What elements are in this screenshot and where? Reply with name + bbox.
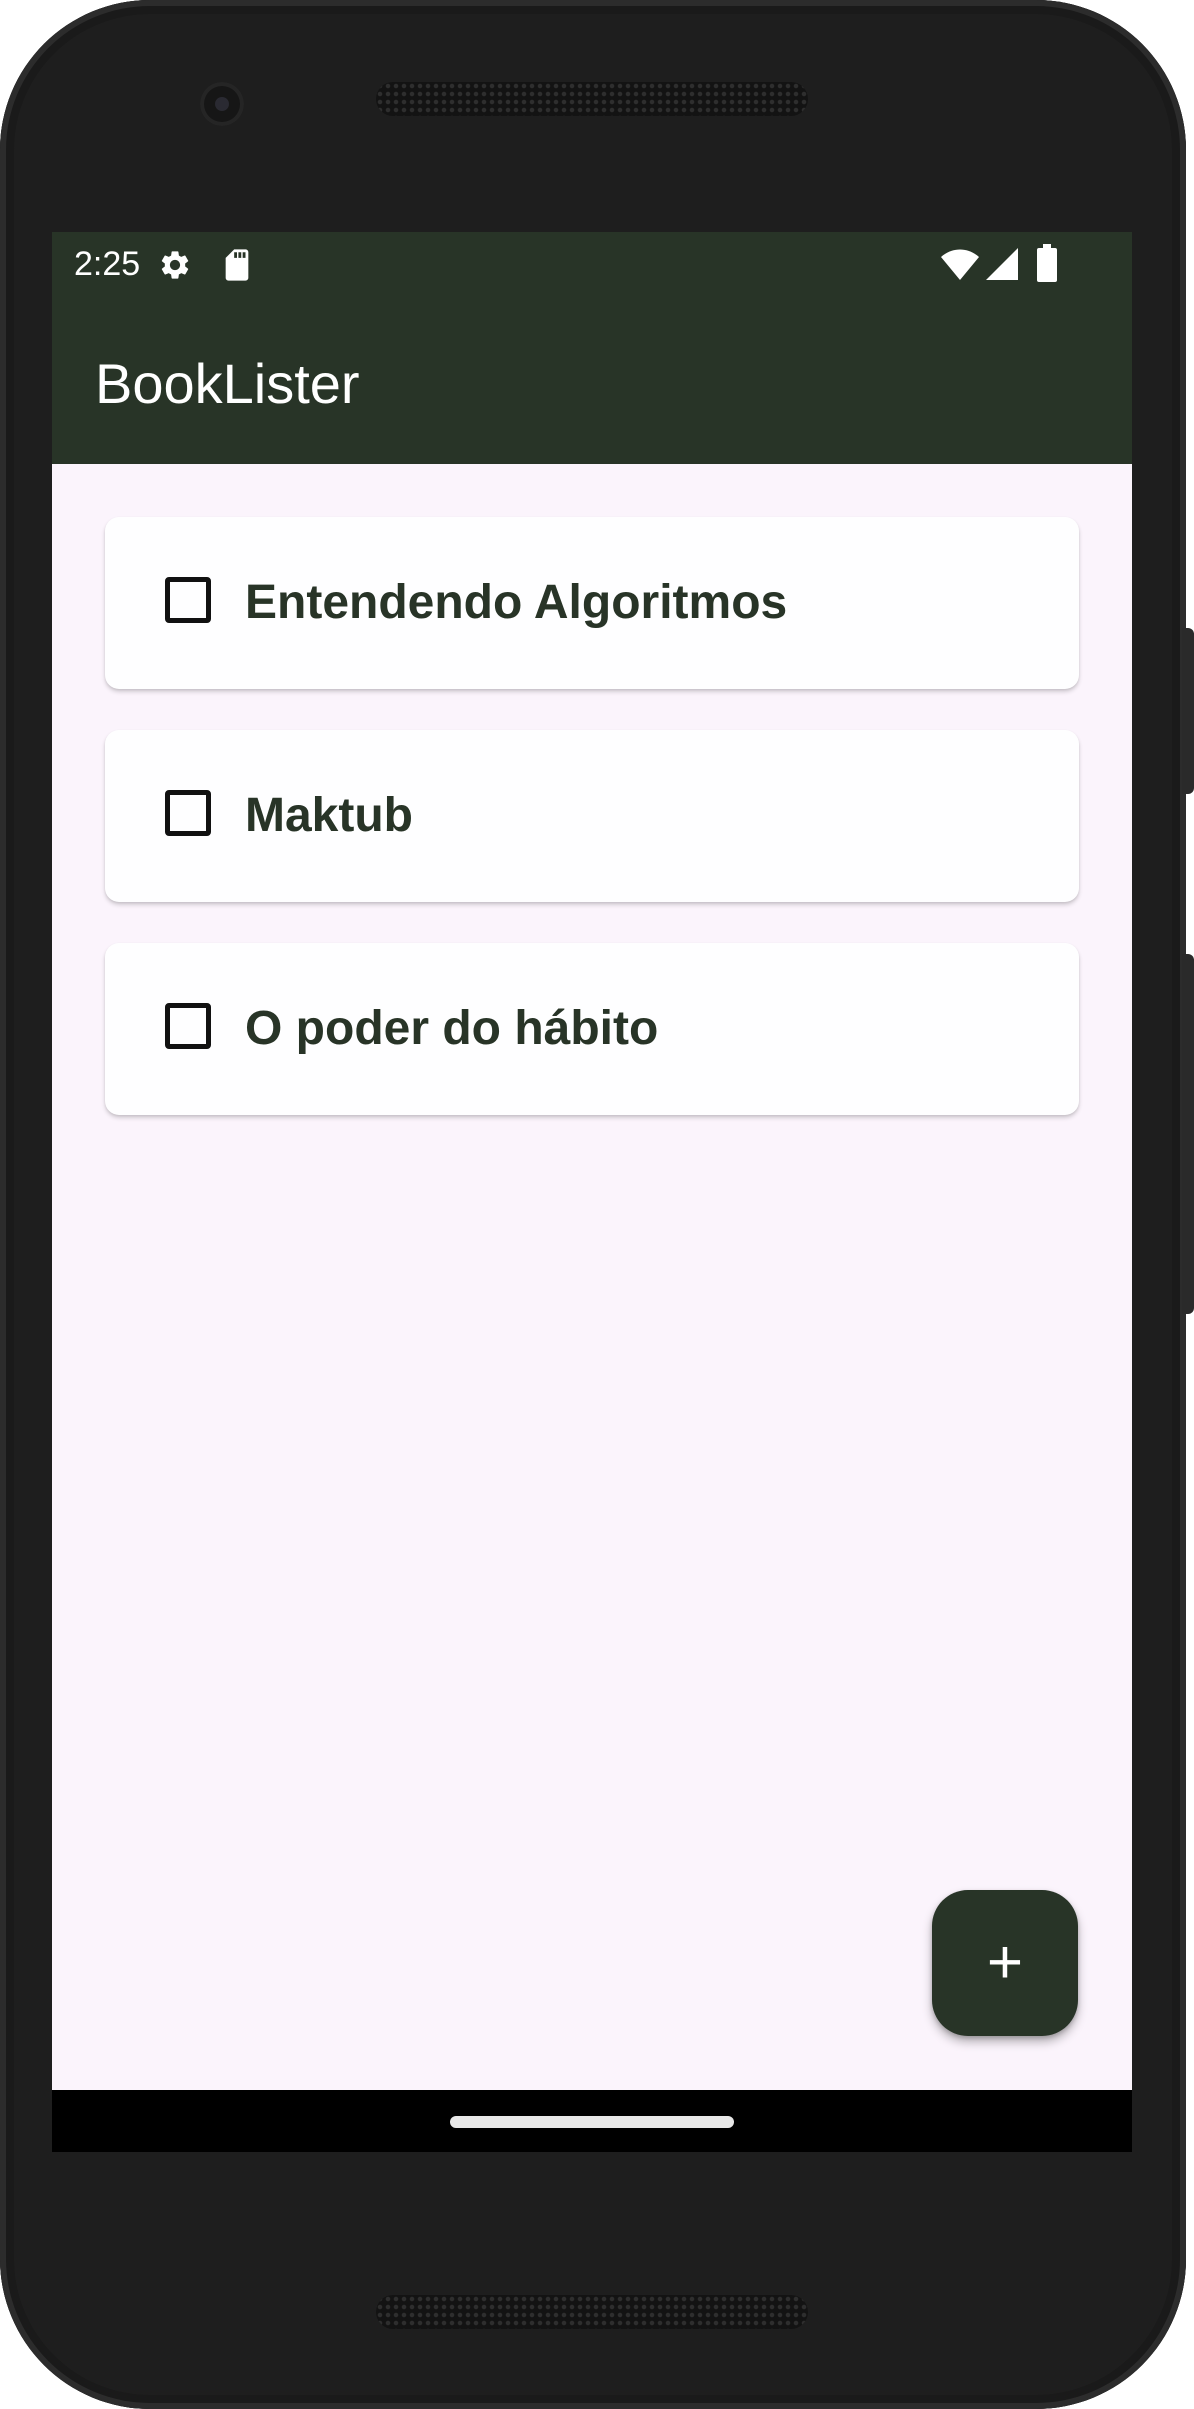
navigation-bar [52, 2090, 1132, 2152]
earpiece-speaker [376, 82, 808, 116]
book-checkbox[interactable] [165, 577, 211, 623]
book-card[interactable]: Entendendo Algoritmos [105, 517, 1079, 689]
book-card[interactable]: O poder do hábito [105, 943, 1079, 1115]
gear-icon [161, 251, 189, 279]
add-book-button[interactable]: + [932, 1890, 1078, 2036]
battery-icon [1037, 244, 1057, 282]
book-title: Maktub [245, 789, 413, 842]
phone-frame: 2:25 BookLister Entendendo Algoritmos Ma… [0, 0, 1194, 2409]
sd-card-icon [225, 249, 249, 281]
book-title: Entendendo Algoritmos [245, 576, 788, 629]
plus-icon: + [986, 1928, 1024, 1997]
wifi-icon [941, 249, 979, 280]
book-card[interactable]: Maktub [105, 730, 1079, 902]
screen: 2:25 BookLister Entendendo Algoritmos Ma… [52, 232, 1132, 2152]
volume-rocker [1182, 954, 1194, 1314]
status-bar: 2:25 [52, 232, 1132, 296]
book-checkbox[interactable] [165, 790, 211, 836]
book-list: Entendendo Algoritmos Maktub O poder do … [105, 517, 1079, 1156]
cell-signal-icon [986, 248, 1018, 280]
book-checkbox[interactable] [165, 1003, 211, 1049]
app-bar: BookLister [52, 296, 1132, 464]
status-time: 2:25 [74, 245, 141, 283]
home-gesture-handle[interactable] [450, 2116, 734, 2128]
front-camera [200, 82, 244, 126]
book-title: O poder do hábito [245, 1002, 659, 1055]
power-button [1182, 628, 1194, 794]
bottom-speaker [376, 2295, 808, 2329]
app-title: BookLister [95, 352, 360, 415]
